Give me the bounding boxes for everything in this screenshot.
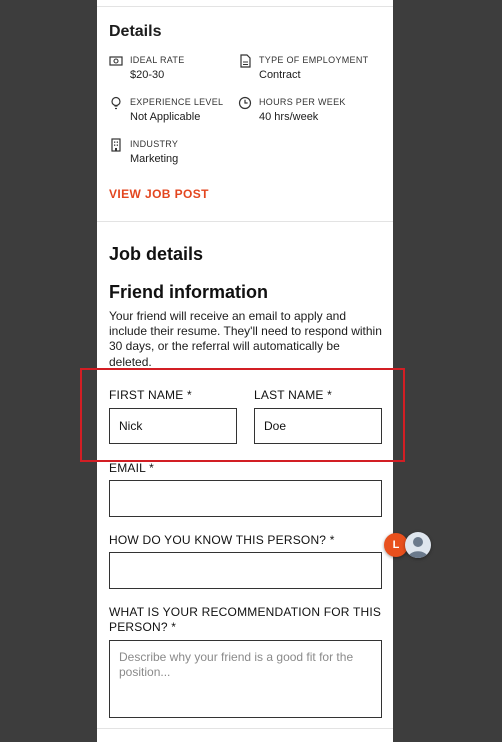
- experience-level-value: Not Applicable: [130, 111, 201, 123]
- relationship-label: HOW DO YOU KNOW THIS PERSON? *: [109, 533, 335, 547]
- employment-type-value: Contract: [259, 69, 301, 81]
- lightbulb-icon: [111, 96, 121, 110]
- relationship-input[interactable]: [109, 552, 382, 589]
- person-icon: [408, 537, 428, 558]
- friend-intro-text: Your friend will receive an email to app…: [109, 309, 382, 369]
- top-divider: [97, 6, 393, 7]
- section-divider: [97, 221, 393, 222]
- money-icon: [109, 56, 123, 66]
- building-icon: [111, 138, 121, 152]
- employment-type-label: TYPE OF EMPLOYMENT: [259, 55, 369, 65]
- recommendation-label: WHAT IS YOUR RECOMMENDATION FOR THIS PER…: [109, 605, 382, 634]
- job-details-heading: Job details: [109, 244, 204, 264]
- bottom-divider: [97, 728, 393, 729]
- highlight-box: [80, 368, 405, 462]
- clock-icon: [238, 96, 252, 110]
- hours-per-week-label: HOURS PER WEEK: [259, 97, 346, 107]
- details-heading: Details: [109, 23, 162, 40]
- experience-level-label: EXPERIENCE LEVEL: [130, 97, 224, 107]
- hours-per-week-value: 40 hrs/week: [259, 111, 319, 123]
- email-label: EMAIL *: [109, 461, 154, 475]
- email-input[interactable]: [109, 480, 382, 517]
- view-job-post-link[interactable]: VIEW JOB POST: [109, 187, 209, 201]
- friend-information-heading: Friend information: [109, 282, 268, 302]
- document-icon: [240, 54, 251, 68]
- industry-value: Marketing: [130, 153, 179, 165]
- ideal-rate-value: $20-30: [130, 69, 165, 81]
- recommendation-textarea[interactable]: [109, 640, 382, 718]
- industry-label: INDUSTRY: [130, 139, 179, 149]
- profile-avatar-icon[interactable]: [405, 532, 431, 558]
- ideal-rate-label: IDEAL RATE: [130, 55, 185, 65]
